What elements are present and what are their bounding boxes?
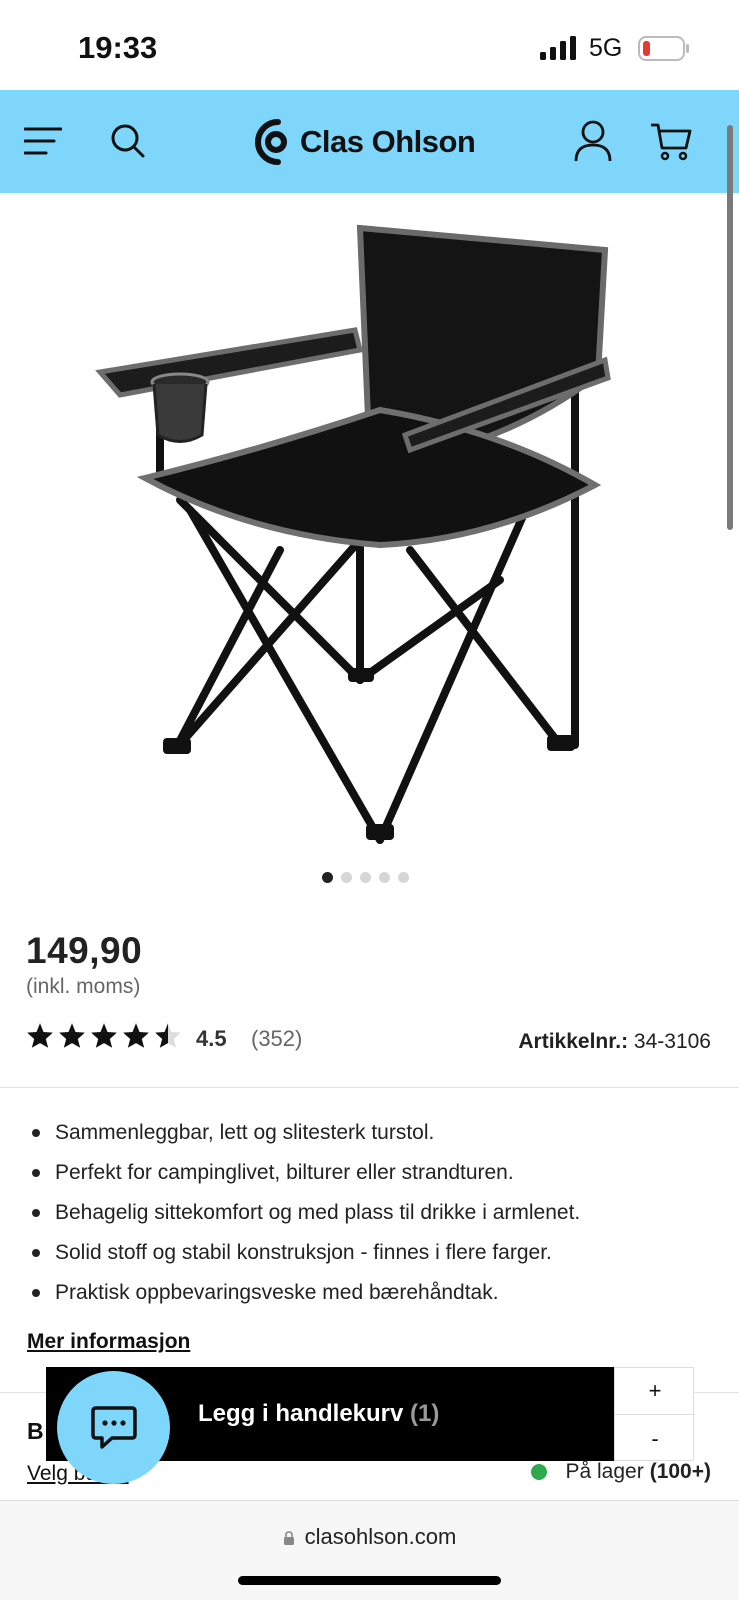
list-item: Praktisk oppbevaringsveske med bærehåndt… [28, 1278, 718, 1318]
article-label: Artikkelnr.: [518, 1030, 629, 1053]
star-icon [91, 1023, 117, 1048]
url-text: clasohlson.com [304, 1524, 457, 1549]
menu-icon[interactable] [24, 126, 62, 156]
folding-chair-image[interactable] [60, 200, 680, 870]
chat-button[interactable] [57, 1371, 170, 1484]
battery-icon [638, 36, 689, 61]
site-header: Clas Ohlson [0, 90, 739, 193]
gallery-pagination [322, 872, 409, 883]
lock-icon [283, 1531, 294, 1545]
gallery-dot[interactable] [398, 872, 409, 883]
cart-icon[interactable] [650, 122, 692, 162]
article-value: 34-3106 [633, 1030, 711, 1053]
gallery-dot[interactable] [379, 872, 390, 883]
star-icon [123, 1023, 149, 1048]
page-scrollbar[interactable] [727, 125, 733, 530]
search-icon[interactable] [110, 123, 146, 159]
store-section-heading: B [27, 1418, 44, 1444]
network-type: 5G [589, 34, 623, 62]
stock-count: (100+) [649, 1460, 711, 1483]
decrease-quantity-button[interactable]: - [615, 1415, 695, 1462]
gallery-dot[interactable] [360, 872, 371, 883]
stock-indicator-icon [531, 1464, 548, 1480]
vat-note: (inkl. moms) [26, 975, 141, 998]
increase-quantity-button[interactable]: + [615, 1368, 695, 1415]
add-to-cart-text: Legg i handlekurv [198, 1400, 404, 1427]
rating-value: 4.5 [196, 1026, 227, 1051]
feature-list: Sammenleggbar, lett og slitesterk tursto… [28, 1118, 718, 1318]
list-item: Behagelig sittekomfort og med plass til … [28, 1198, 718, 1238]
gallery-dot[interactable] [322, 872, 333, 883]
address-bar[interactable]: clasohlson.com [0, 1524, 739, 1550]
brand-mark-icon [255, 119, 287, 165]
star-icon [27, 1023, 53, 1048]
review-count[interactable]: (352) [251, 1026, 302, 1052]
home-indicator[interactable] [238, 1576, 501, 1585]
status-bar: 19:33 5G [0, 0, 739, 90]
more-info-link[interactable]: Mer informasjon [27, 1330, 190, 1354]
product-price: 149,90 [26, 930, 143, 971]
star-icon [59, 1023, 85, 1048]
article-number: Artikkelnr.: 34-3106 [518, 1030, 711, 1054]
list-item: Perfekt for campinglivet, bilturer eller… [28, 1158, 718, 1198]
brand-logo[interactable]: Clas Ohlson [254, 115, 476, 169]
list-item: Sammenleggbar, lett og slitesterk tursto… [28, 1118, 718, 1158]
stock-label: På lager [565, 1460, 644, 1483]
list-item: Solid stoff og stabil konstruksjon - fin… [28, 1238, 718, 1278]
cellular-signal-icon [540, 36, 576, 60]
quantity-stepper: + - [614, 1367, 695, 1462]
stock-status: På lager (100+) [531, 1460, 711, 1484]
chat-bubble-icon [90, 1405, 137, 1449]
brand-name: Clas Ohlson [300, 124, 476, 159]
gallery-dot[interactable] [341, 872, 352, 883]
half-star-icon [155, 1023, 181, 1048]
cart-quantity: (1) [410, 1400, 440, 1427]
account-icon[interactable] [574, 120, 612, 162]
browser-toolbar [0, 1500, 739, 1600]
status-time: 19:33 [78, 30, 158, 65]
add-to-cart-label[interactable]: Legg i handlekurv (1) [198, 1400, 439, 1428]
rating-stars[interactable] [26, 1022, 182, 1049]
divider [0, 1087, 739, 1088]
